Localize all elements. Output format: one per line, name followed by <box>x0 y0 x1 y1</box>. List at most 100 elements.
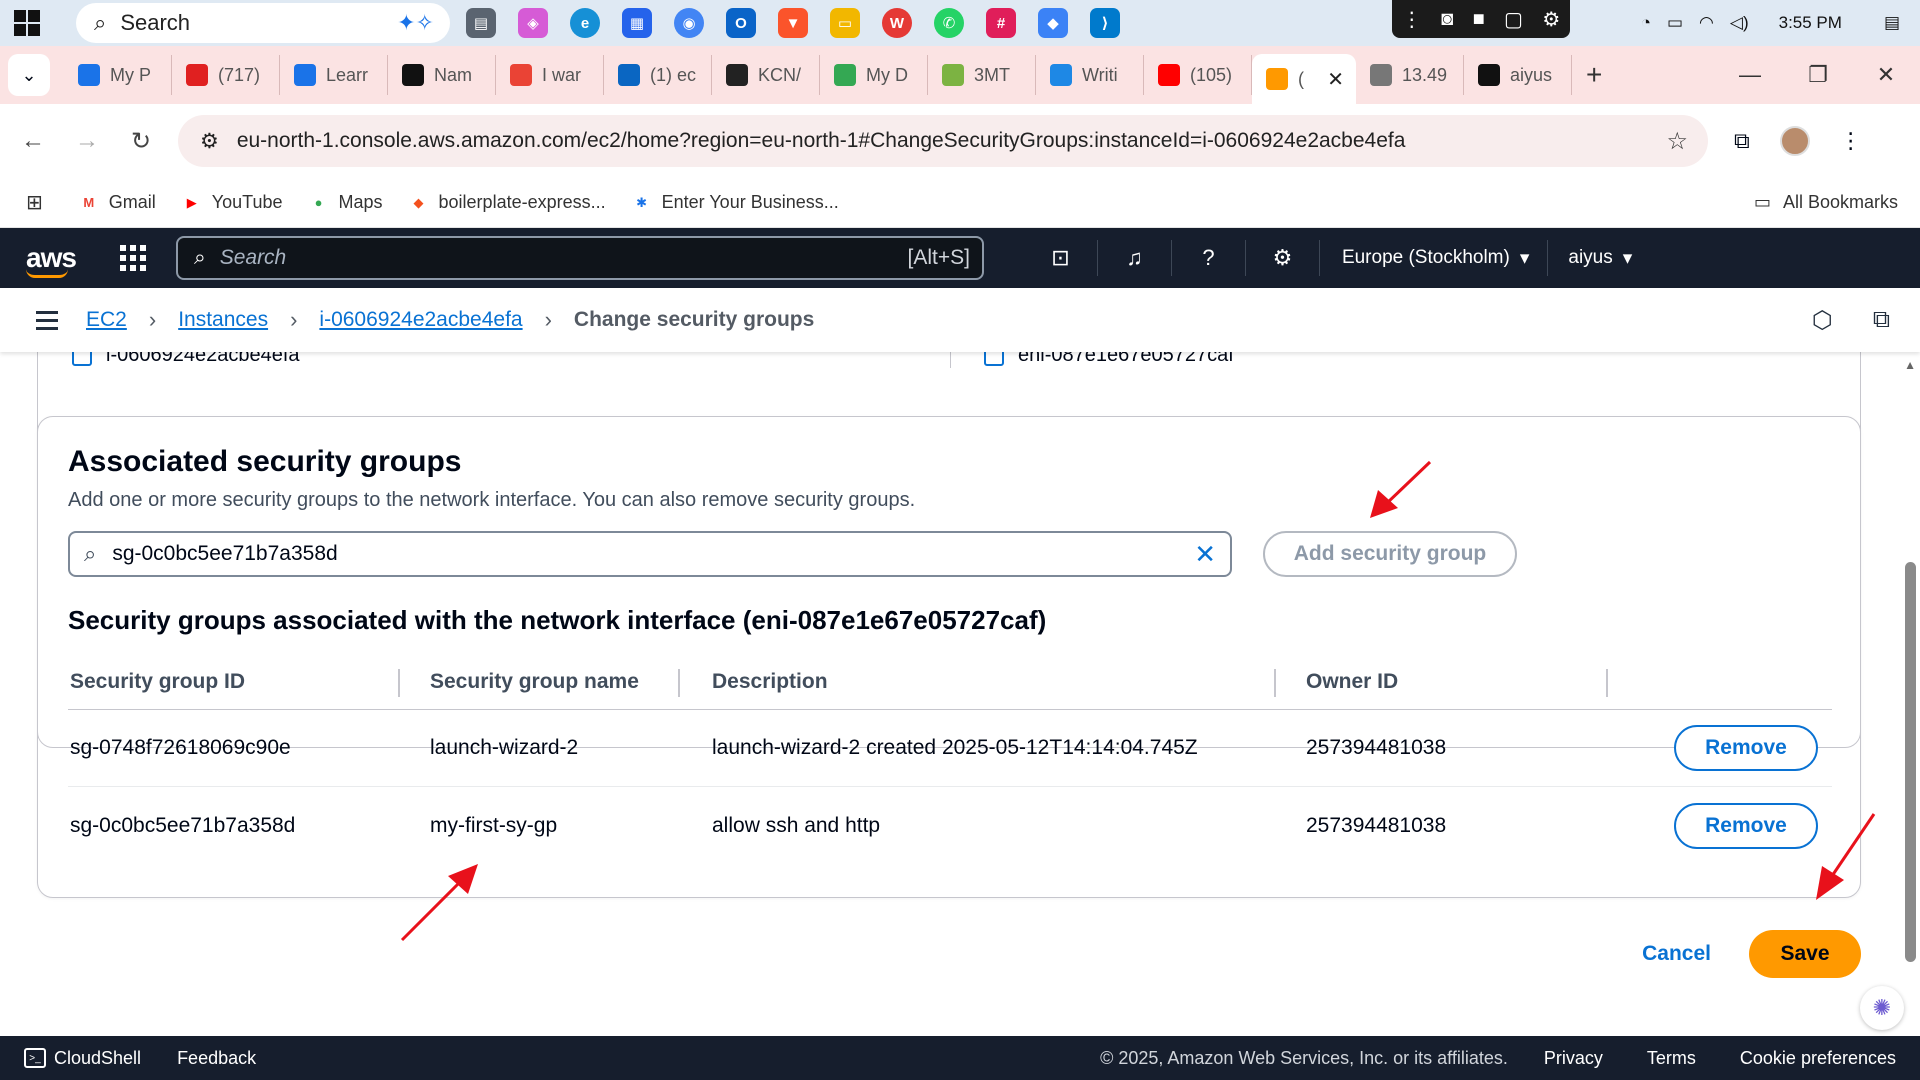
bookmark-item[interactable]: ▶ YouTube <box>182 192 283 213</box>
camera-icon[interactable]: ◙ <box>1441 8 1453 31</box>
side-nav-menu-icon[interactable] <box>36 310 58 330</box>
column-divider[interactable] <box>398 669 400 697</box>
vscode-app-icon[interactable]: ⟩ <box>1090 8 1120 38</box>
gemini-app-icon[interactable]: ◆ <box>1038 8 1068 38</box>
scroll-up-icon[interactable]: ▲ <box>1904 358 1916 372</box>
close-window-button[interactable]: ✕ <box>1852 62 1920 88</box>
feedback-link[interactable]: Feedback <box>177 1048 256 1069</box>
close-tab-icon[interactable]: ✕ <box>1327 67 1344 92</box>
profile-avatar[interactable] <box>1779 126 1810 156</box>
column-header[interactable]: Security group ID <box>70 670 245 694</box>
browser-tab[interactable]: 3MT <box>928 55 1036 95</box>
browser-tab[interactable]: My D <box>820 55 928 95</box>
column-divider[interactable] <box>678 669 680 697</box>
wps-app-icon[interactable]: W <box>882 8 912 38</box>
bookmark-item[interactable]: M Gmail <box>79 192 155 213</box>
bookmark-item[interactable]: ● Maps <box>309 192 383 213</box>
copy-icon[interactable] <box>984 352 1004 366</box>
save-button[interactable]: Save <box>1749 930 1861 978</box>
scrollbar-thumb[interactable] <box>1905 562 1916 962</box>
whatsapp-app-icon[interactable]: ✆ <box>934 8 964 38</box>
browser-tab[interactable]: KCN/ <box>712 55 820 95</box>
browser-tab[interactable]: (105) <box>1144 55 1252 95</box>
new-tab-button[interactable]: + <box>1586 59 1602 91</box>
terms-link[interactable]: Terms <box>1647 1048 1696 1069</box>
help-icon[interactable]: ? <box>1172 240 1246 276</box>
bookmark-star-icon[interactable]: ☆ <box>1666 127 1688 156</box>
remove-button[interactable]: Remove <box>1674 802 1818 849</box>
copy-icon[interactable] <box>72 352 92 366</box>
settings-gear-icon[interactable]: ⚙ <box>1246 240 1320 276</box>
browser-tab[interactable]: (1) ec <box>604 55 712 95</box>
file-explorer-icon[interactable]: ▭ <box>830 8 860 38</box>
reload-button[interactable]: ↻ <box>114 127 168 156</box>
column-header[interactable]: Security group name <box>430 670 639 694</box>
browser-tab[interactable]: aiyus <box>1464 55 1572 95</box>
task-view-icon[interactable]: ▤ <box>466 8 496 38</box>
clear-icon[interactable]: ✕ <box>1194 539 1216 570</box>
aws-logo[interactable]: aws <box>26 242 77 278</box>
apps-grid-icon[interactable]: ⊞ <box>26 190 43 215</box>
site-info-icon[interactable]: ⚙ <box>200 129 219 154</box>
browser-tab[interactable]: Writi <box>1036 55 1144 95</box>
network-icon[interactable]: ◔ <box>1641 13 1651 33</box>
dots-icon[interactable]: ⋮ <box>1402 7 1422 32</box>
address-bar[interactable]: ⚙ eu-north-1.console.aws.amazon.com/ec2/… <box>178 115 1708 167</box>
browser-tab[interactable]: (717) <box>172 55 280 95</box>
bookmark-item[interactable]: ✱ Enter Your Business... <box>632 192 839 213</box>
forward-button[interactable]: → <box>60 127 114 155</box>
all-bookmarks[interactable]: ▭ All Bookmarks <box>1754 192 1898 213</box>
notifications-bell-icon[interactable]: ♫ <box>1098 240 1172 276</box>
column-header[interactable]: Owner ID <box>1306 670 1398 694</box>
column-divider[interactable] <box>1274 669 1276 697</box>
column-header[interactable]: Description <box>712 670 828 694</box>
region-selector[interactable]: Europe (Stockholm) ▾ <box>1320 240 1549 276</box>
slack-app-icon[interactable]: # <box>986 8 1016 38</box>
security-group-search-input[interactable]: ⌕ sg-0c0bc5ee71b7a358d ✕ <box>68 531 1232 577</box>
tab-search-button[interactable]: ⌄ <box>8 54 50 96</box>
browser-tab[interactable]: (✕ <box>1252 54 1356 104</box>
restore-button[interactable]: ❐ <box>1784 62 1852 88</box>
cancel-button[interactable]: Cancel <box>1624 931 1729 977</box>
browser-tab[interactable]: My P <box>64 55 172 95</box>
notification-icon[interactable]: ▤ <box>1884 13 1900 33</box>
settings-icon[interactable]: ⚙ <box>1542 7 1560 32</box>
outlook-app-icon[interactable]: O <box>726 8 756 38</box>
breadcrumb-instance-id[interactable]: i-0606924e2acbe4efa <box>319 308 522 332</box>
store-app-icon[interactable]: ▦ <box>622 8 652 38</box>
account-menu[interactable]: aiyus ▾ <box>1548 247 1632 270</box>
remove-button[interactable]: Remove <box>1674 725 1818 771</box>
cookie-preferences-link[interactable]: Cookie preferences <box>1740 1048 1896 1069</box>
browser-tab[interactable]: Learr <box>280 55 388 95</box>
browser-tab[interactable]: 13.49 <box>1356 55 1464 95</box>
taskbar-search[interactable]: ⌕ Search ✦✧ <box>76 3 450 43</box>
privacy-link[interactable]: Privacy <box>1544 1048 1603 1069</box>
edge-app-icon[interactable]: e <box>570 8 600 38</box>
minimize-button[interactable]: — <box>1716 62 1784 88</box>
aws-search-input[interactable]: ⌕ Search [Alt+S] <box>175 236 984 280</box>
browser-tab[interactable]: Nam <box>388 55 496 95</box>
split-panel-icon[interactable]: ⧉ <box>1873 306 1890 335</box>
assistant-bubble-icon[interactable]: ✺ <box>1860 986 1904 1030</box>
video-icon[interactable]: ■ <box>1473 8 1485 31</box>
cloudshell-icon[interactable]: ⊡ <box>1024 240 1098 276</box>
clock[interactable]: 3:55 PM <box>1779 13 1842 33</box>
q-assistant-icon[interactable]: ⬡ <box>1812 306 1833 335</box>
brave-app-icon[interactable]: ▼ <box>778 8 808 38</box>
windows-start-icon[interactable] <box>14 10 40 36</box>
window-icon[interactable]: ▢ <box>1504 7 1523 32</box>
volume-icon[interactable]: ◁) <box>1730 13 1749 33</box>
chrome-menu-icon[interactable]: ⋮ <box>1840 128 1862 154</box>
chrome-app-icon[interactable]: ◉ <box>674 8 704 38</box>
page-scrollbar[interactable]: ▲ <box>1900 352 1920 1036</box>
bookmark-item[interactable]: ◆ boilerplate-express... <box>409 192 606 213</box>
back-button[interactable]: ← <box>6 127 60 155</box>
wifi-icon[interactable]: ◠ <box>1699 13 1714 33</box>
browser-tab[interactable]: I war <box>496 55 604 95</box>
extensions-icon[interactable]: ⧉ <box>1734 128 1750 154</box>
copilot-app-icon[interactable]: ◈ <box>518 8 548 38</box>
breadcrumb-ec2[interactable]: EC2 <box>86 308 127 332</box>
column-divider[interactable] <box>1606 669 1608 697</box>
cloudshell-link[interactable]: >_ CloudShell <box>24 1048 141 1069</box>
add-security-group-button[interactable]: Add security group <box>1263 531 1517 577</box>
